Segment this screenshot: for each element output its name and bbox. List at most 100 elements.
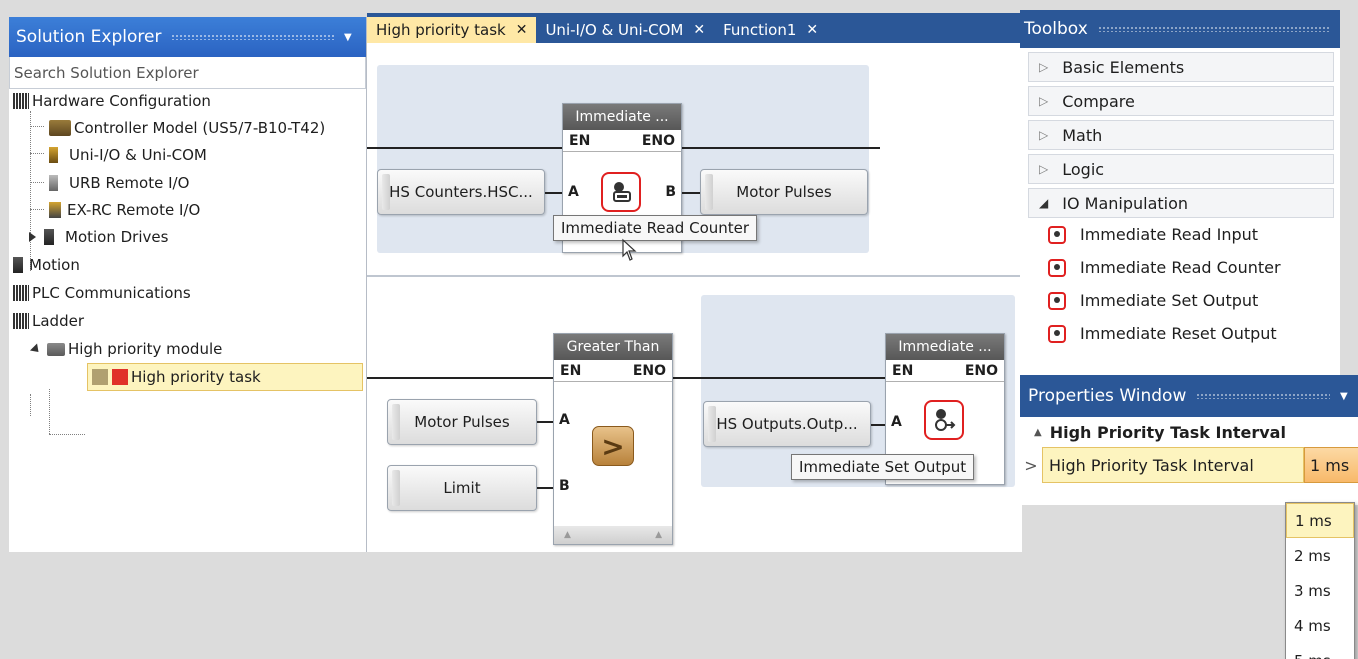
toolbox-category-math[interactable]: ▷ Math: [1028, 120, 1334, 150]
operand-hs-outputs[interactable]: HS Outputs.Outp...: [703, 401, 871, 447]
folder-icon: [47, 342, 65, 356]
chevron-down-icon[interactable]: ▼: [1340, 391, 1354, 402]
expand-triangle-icon: ▷: [1039, 162, 1049, 176]
panel-grip[interactable]: [171, 34, 334, 40]
read-counter-icon: [1048, 258, 1066, 277]
io-module-icon: [49, 147, 58, 163]
collapse-triangle-icon: ◢: [1039, 196, 1049, 210]
close-icon[interactable]: ✕: [806, 22, 818, 38]
close-icon[interactable]: ✕: [693, 22, 705, 38]
collapse-arrow-icon[interactable]: [29, 342, 43, 356]
motion-icon: [13, 257, 23, 273]
tree-item-controller-model[interactable]: Controller Model (US5/7-B10-T42): [49, 116, 325, 140]
pin-a: A: [891, 414, 902, 430]
communications-icon: [13, 285, 29, 301]
greater-than-block[interactable]: Greater Than EN ENO A B > ▲ ▲: [553, 333, 673, 545]
tree-item-plc-communications[interactable]: PLC Communications: [13, 281, 191, 305]
property-category[interactable]: ▲ High Priority Task Interval: [1020, 417, 1358, 447]
toolbox-item-immediate-read-input[interactable]: Immediate Read Input: [1020, 218, 1340, 251]
hardware-icon: [13, 93, 29, 109]
remote-io-icon: [49, 202, 61, 218]
greater-than-icon: >: [592, 426, 634, 466]
chevron-down-icon[interactable]: ▼: [344, 32, 358, 43]
tree-item-motion-drives[interactable]: Motion Drives: [29, 225, 168, 249]
ladder-canvas[interactable]: HS Counters.HSC... Immediate ... EN ENO …: [367, 43, 1022, 552]
reset-output-icon: [1048, 324, 1066, 343]
toolbox-category-compare[interactable]: ▷ Compare: [1028, 86, 1334, 116]
property-value-dropdown[interactable]: 1 ms: [1304, 447, 1358, 483]
toolbox-header: Toolbox: [1020, 10, 1340, 48]
wire: [537, 421, 553, 423]
tree-item-exrc-remote[interactable]: EX-RC Remote I/O: [49, 198, 200, 222]
task-icon: [92, 369, 128, 385]
wire: [545, 192, 562, 194]
tree-item-uni-io[interactable]: Uni-I/O & Uni-COM: [49, 143, 207, 167]
operand-limit[interactable]: Limit: [387, 465, 537, 511]
solution-explorer-title: Solution Explorer: [16, 27, 162, 47]
panel-grip[interactable]: [1097, 26, 1330, 32]
dropdown-option[interactable]: 2 ms: [1286, 538, 1354, 573]
toolbox-panel: Toolbox ▷ Basic Elements ▷ Compare ▷ Math ▷…: [1020, 10, 1340, 375]
tab-function1[interactable]: Function1 ✕: [714, 17, 827, 43]
block-title: Greater Than: [554, 334, 672, 360]
operand-hs-counters[interactable]: HS Counters.HSC...: [377, 169, 545, 215]
solution-explorer-header: Solution Explorer ▼: [9, 17, 366, 57]
block-en-eno: EN ENO: [563, 130, 681, 152]
toolbox-item-immediate-set-output[interactable]: Immediate Set Output: [1020, 284, 1340, 317]
search-input[interactable]: Search Solution Explorer: [9, 57, 366, 89]
dropdown-option[interactable]: 1 ms: [1286, 503, 1354, 538]
set-output-icon: [924, 400, 964, 440]
tree-item-high-priority-task[interactable]: High priority task: [87, 363, 363, 391]
interval-dropdown-list[interactable]: 1 ms 2 ms 3 ms 4 ms 5 ms: [1285, 502, 1355, 659]
remote-io-icon: [49, 175, 58, 191]
tree-item-hardware-configuration[interactable]: Hardware Configuration: [13, 89, 211, 113]
tooltip-immediate-set-output: Immediate Set Output: [791, 454, 975, 480]
toolbox-item-immediate-reset-output[interactable]: Immediate Reset Output: [1020, 317, 1340, 350]
pin-b: B: [559, 478, 570, 494]
operand-motor-pulses[interactable]: Motor Pulses: [387, 399, 537, 445]
read-input-icon: [1048, 225, 1066, 244]
close-icon[interactable]: ✕: [516, 22, 528, 38]
properties-title: Properties Window: [1028, 386, 1187, 406]
read-counter-icon: [601, 172, 641, 212]
toolbox-title: Toolbox: [1024, 19, 1088, 39]
wire: [537, 487, 553, 489]
block-title: Immediate ...: [886, 334, 1004, 360]
expand-triangle-icon: ▷: [1039, 128, 1049, 142]
toolbox-category-io-manipulation[interactable]: ◢ IO Manipulation: [1028, 188, 1334, 218]
tree-item-ladder[interactable]: Ladder: [13, 309, 84, 333]
dropdown-option[interactable]: 5 ms: [1286, 643, 1354, 659]
controller-icon: [49, 120, 71, 136]
properties-header: Properties Window ▼: [1020, 375, 1358, 417]
tree-item-high-priority-module[interactable]: High priority module: [29, 337, 222, 361]
expand-arrow-icon[interactable]: >: [1020, 456, 1042, 475]
rung-line: [367, 147, 562, 149]
ladder-icon: [13, 313, 29, 329]
pin-b: B: [665, 184, 676, 200]
property-name: High Priority Task Interval: [1042, 447, 1304, 483]
wire: [682, 192, 700, 194]
collapse-triangle-icon: ▲: [1034, 426, 1042, 438]
document-tabs: High priority task ✕ Uni-I/O & Uni-COM ✕…: [367, 13, 1022, 43]
solution-explorer-panel: Solution Explorer ▼ Search Solution Expl…: [9, 17, 367, 552]
rung-line: [682, 147, 880, 149]
operand-motor-pulses[interactable]: Motor Pulses: [700, 169, 868, 215]
toolbox-item-immediate-read-counter[interactable]: Immediate Read Counter: [1020, 251, 1340, 284]
panel-grip[interactable]: [1196, 393, 1330, 399]
rung-line: [367, 377, 553, 379]
tree-item-urb-remote[interactable]: URB Remote I/O: [49, 171, 189, 195]
dropdown-option[interactable]: 4 ms: [1286, 608, 1354, 643]
property-row-task-interval[interactable]: > High Priority Task Interval 1 ms: [1020, 447, 1358, 483]
tree-item-motion[interactable]: Motion: [13, 253, 80, 277]
tab-uni-io[interactable]: Uni-I/O & Uni-COM ✕: [536, 17, 714, 43]
tab-high-priority-task[interactable]: High priority task ✕: [367, 17, 537, 43]
search-placeholder: Search Solution Explorer: [14, 63, 199, 82]
toolbox-category-basic-elements[interactable]: ▷ Basic Elements: [1028, 52, 1334, 82]
pin-a: A: [568, 184, 579, 200]
block-footer: ▲ ▲: [554, 526, 672, 544]
hand-cursor-icon: [622, 238, 637, 261]
toolbox-category-logic[interactable]: ▷ Logic: [1028, 154, 1334, 184]
expand-arrow-icon[interactable]: [29, 232, 36, 242]
dropdown-option[interactable]: 3 ms: [1286, 573, 1354, 608]
properties-panel: Properties Window ▼ ▲ High Priority Task…: [1020, 375, 1358, 505]
